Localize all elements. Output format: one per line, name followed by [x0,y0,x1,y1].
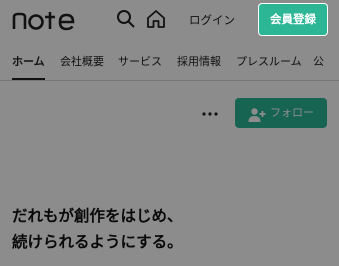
follow-label: フォロー [270,106,314,119]
signup-button[interactable]: 会員登録 [259,4,327,35]
home-icon[interactable] [145,8,167,30]
tab-careers[interactable]: 採用情報 [177,43,221,80]
tab-more-truncated[interactable]: 公 [313,43,324,80]
nav-tabs: ホーム 会社概要 サービス 採用情報 プレスルーム 公 [0,43,339,81]
follow-button[interactable]: フォロー [235,98,327,128]
login-link[interactable]: ログイン [189,11,235,29]
note-logo[interactable] [12,9,78,31]
more-horizontal-icon[interactable] [199,103,221,125]
add-user-icon [248,105,266,122]
tab-company-overview[interactable]: 会社概要 [60,43,104,80]
tab-services[interactable]: サービス [118,43,162,80]
tab-home[interactable]: ホーム [12,43,45,80]
tab-pressroom[interactable]: プレスルーム [236,43,302,80]
hero-tagline-line-1: だれもが創作をはじめ、 [12,207,183,225]
search-icon[interactable] [116,9,136,29]
hero-tagline: だれもが創作をはじめ、 続けられるようにする。 [12,203,332,255]
hero-tagline-line-2: 続けられるようにする。 [12,233,183,251]
note-logo-icon [12,12,75,31]
